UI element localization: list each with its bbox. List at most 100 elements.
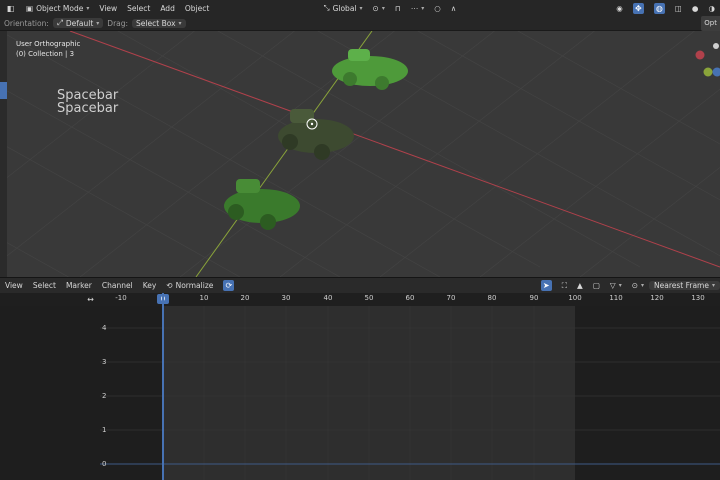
viewport-grid: [0, 31, 720, 277]
ruler-tick: 110: [609, 294, 623, 302]
graph-grid: [100, 306, 720, 480]
ghost-curves-button[interactable]: ▢: [588, 281, 605, 290]
pivot-icon: ⊙: [372, 3, 379, 13]
view-name: User Orthographic: [16, 40, 81, 48]
car-object-middle: [278, 109, 354, 160]
ge-menu-key[interactable]: Key: [138, 281, 162, 290]
filter-icon: ▽: [609, 281, 616, 290]
chevron-down-icon: ▾: [641, 282, 645, 289]
navigation-gizmo: [695, 43, 720, 77]
ruler-tick: 100: [568, 294, 582, 302]
key-overlay: Spacebar Spacebar: [57, 89, 118, 115]
errors-toggle[interactable]: ▲: [572, 281, 588, 290]
filter-dropdown[interactable]: ▽ ▾: [605, 281, 627, 290]
editor-type-button[interactable]: ◧: [0, 3, 21, 14]
ruler-tick: 40: [323, 294, 333, 302]
ruler-tick: 30: [281, 294, 291, 302]
handles-icon: ⛶: [561, 280, 568, 290]
viewport-header: ◧ ▣ Object Mode ▾ View Select Add Object…: [0, 0, 720, 16]
ge-menu-marker[interactable]: Marker: [61, 281, 97, 290]
mode-dropdown[interactable]: ▣ Object Mode ▾: [21, 4, 94, 13]
pivot-dropdown[interactable]: ⊙ ▾: [627, 281, 649, 290]
viewport-info: User Orthographic (0) Collection | 3: [16, 39, 80, 59]
proportional-edit-toggle[interactable]: ○: [429, 4, 446, 13]
auto-normalize-button[interactable]: ⟳: [218, 280, 239, 291]
eye-icon: ◉: [616, 3, 623, 13]
overlay-toggle[interactable]: ◍: [649, 2, 670, 14]
playhead-line[interactable]: [162, 293, 164, 480]
chevron-down-icon: ▾: [381, 4, 385, 12]
y-axis-label: 2: [102, 392, 107, 400]
shading-material-button[interactable]: ◑: [703, 4, 720, 13]
chevron-down-icon: ▾: [711, 282, 715, 289]
ge-menu-channel[interactable]: Channel: [97, 281, 138, 290]
tool-settings-header: Orientation: ⤢ Default ▾ Drag: Select Bo…: [0, 16, 720, 31]
ruler-tick: 70: [446, 294, 456, 302]
chevron-down-icon: ▾: [86, 4, 90, 12]
xray-toggle[interactable]: ◫: [670, 4, 687, 13]
material-sphere-icon: ◑: [708, 3, 715, 13]
y-axis-label: 4: [102, 324, 107, 332]
object-mode-icon: ▣: [26, 3, 34, 13]
drag-text-label: Drag:: [107, 18, 129, 28]
ge-menu-select[interactable]: Select: [28, 281, 61, 290]
graph-editor-area[interactable]: 4 3 2 1 0: [0, 306, 720, 480]
gizmo-toggle[interactable]: ✥: [628, 2, 649, 14]
graph-editor-header: View Select Marker Channel Key ⟲ Normali…: [0, 277, 720, 293]
snap-dropdown[interactable]: ⋯ ▾: [406, 4, 430, 13]
ruler-tick: 20: [240, 294, 250, 302]
pivot-icon: ⊙: [631, 281, 638, 290]
snap-mode-dropdown[interactable]: Nearest Frame ▾: [649, 281, 720, 290]
cursor-icon: ➤: [540, 280, 552, 291]
visibility-dropdown[interactable]: ◉: [611, 4, 628, 13]
menu-view[interactable]: View: [94, 4, 122, 13]
show-handles-toggle[interactable]: ⛶: [557, 281, 572, 291]
orientation-label: Global: [332, 3, 357, 13]
warning-icon: ▲: [577, 281, 583, 290]
menu-object[interactable]: Object: [180, 4, 214, 13]
chevron-down-icon: ▾: [178, 19, 182, 27]
y-axis-label: 0: [102, 460, 107, 468]
chevron-down-icon: ▾: [421, 4, 425, 12]
normalize-icon: ⟲: [166, 281, 173, 290]
ge-menu-view[interactable]: View: [0, 281, 28, 290]
falloff-icon: ∧: [450, 3, 457, 13]
options-button[interactable]: Opt: [701, 16, 720, 31]
orientation-default-dropdown[interactable]: ⤢ Default ▾: [52, 18, 104, 28]
snap-mode-value: Nearest Frame: [654, 281, 709, 290]
refresh-icon: ⟳: [223, 280, 235, 291]
ruler-tick: 80: [487, 294, 497, 302]
transform-icon: ⤢: [56, 18, 63, 27]
snap-toggle[interactable]: ⊓: [390, 4, 406, 13]
horizontal-resize-icon[interactable]: ↔: [85, 294, 96, 305]
chevron-down-icon: ▾: [359, 4, 363, 12]
pivot-point-dropdown[interactable]: ⊙ ▾: [368, 4, 390, 13]
transform-orientation-dropdown[interactable]: ⤡ Global ▾: [319, 3, 368, 13]
orientation-text-label: Orientation:: [4, 18, 49, 28]
chevron-down-icon: ▾: [618, 282, 622, 289]
ruler-tick: 90: [529, 294, 539, 302]
ruler-tick: 50: [364, 294, 374, 302]
ghost-icon: ▢: [592, 281, 600, 290]
menu-select[interactable]: Select: [122, 4, 155, 13]
xray-icon: ◫: [674, 3, 682, 13]
ruler-tick: 60: [405, 294, 415, 302]
drag-dropdown[interactable]: Select Box ▾: [132, 18, 186, 28]
only-selected-toggle[interactable]: ➤: [536, 280, 557, 291]
cube-icon: ◧: [6, 3, 15, 13]
frame-ruler[interactable]: ↔ -10 0 10 20 30 40 50 60 70 80 90 100 1…: [0, 293, 720, 306]
normalize-label: Normalize: [175, 281, 214, 290]
menu-add[interactable]: Add: [155, 4, 180, 13]
toolbar-strip[interactable]: [0, 31, 7, 277]
proportional-icon: ○: [434, 3, 441, 13]
chevron-down-icon: ▾: [96, 19, 100, 27]
ruler-tick: -10: [115, 294, 127, 302]
ruler-tick: 130: [691, 294, 705, 302]
orientation-icon: ⤡: [323, 3, 330, 12]
ruler-tick: 10: [199, 294, 209, 302]
shading-solid-button[interactable]: ●: [687, 4, 704, 13]
normalize-toggle[interactable]: ⟲ Normalize: [161, 281, 218, 290]
falloff-dropdown[interactable]: ∧: [446, 4, 462, 13]
3d-viewport[interactable]: User Orthographic (0) Collection | 3 Spa…: [0, 31, 720, 277]
toolbar-active-tab[interactable]: [0, 82, 7, 99]
